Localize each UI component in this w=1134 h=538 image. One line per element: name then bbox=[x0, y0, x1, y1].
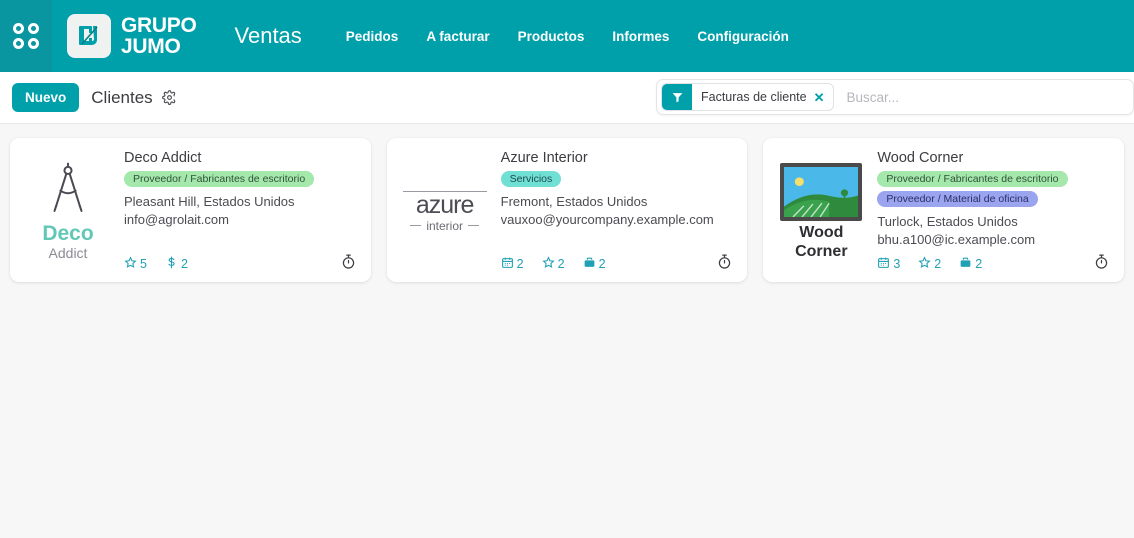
new-button[interactable]: Nuevo bbox=[12, 83, 80, 112]
card-body: Deco Addict Proveedor / Fabricantes de e… bbox=[116, 150, 361, 274]
wood-logo-line-2: Corner bbox=[795, 242, 848, 260]
stat-calendar[interactable]: 3 bbox=[877, 256, 900, 272]
nav-item-informes[interactable]: Informes bbox=[612, 29, 669, 44]
azure-logo-name: azure bbox=[415, 191, 475, 220]
card-location: Turlock, Estados Unidos bbox=[877, 214, 1018, 229]
compass-icon bbox=[41, 162, 95, 221]
card-body: Wood Corner Proveedor / Fabricantes de e… bbox=[869, 150, 1114, 274]
card-title: Deco Addict bbox=[124, 150, 202, 166]
search-input[interactable] bbox=[833, 89, 1133, 105]
brand-logo[interactable]: GRUPO JUMO bbox=[67, 14, 197, 58]
app-title[interactable]: Ventas bbox=[235, 23, 302, 49]
apps-grid-icon bbox=[13, 23, 39, 49]
azure-logo-sub: interior bbox=[426, 218, 463, 233]
nav-item-pedidos[interactable]: Pedidos bbox=[346, 29, 399, 44]
star-icon bbox=[918, 256, 931, 272]
azure-logo-sub-row: interior bbox=[410, 219, 479, 233]
card-email: info@agrolait.com bbox=[124, 212, 229, 227]
customer-card-grid: Deco Addict Deco Addict Proveedor / Fabr… bbox=[10, 138, 1124, 282]
top-navbar: GRUPO JUMO Ventas Pedidos A facturar Pro… bbox=[0, 0, 1134, 72]
card-location: Pleasant Hill, Estados Unidos bbox=[124, 194, 295, 209]
briefcase-icon bbox=[959, 256, 972, 272]
filter-icon bbox=[662, 84, 692, 110]
stat-dollar[interactable]: 2 bbox=[165, 256, 188, 272]
stat-value: 2 bbox=[180, 257, 188, 271]
stat-star[interactable]: 2 bbox=[918, 256, 941, 272]
stat-value: 5 bbox=[140, 257, 147, 271]
card-body: Azure Interior Servicios Fremont, Estado… bbox=[493, 150, 738, 274]
customer-card-deco-addict[interactable]: Deco Addict Deco Addict Proveedor / Fabr… bbox=[10, 138, 371, 282]
close-icon[interactable]: ✕ bbox=[814, 91, 833, 104]
jumo-logo-icon bbox=[67, 14, 111, 58]
stat-value: 2 bbox=[598, 257, 606, 271]
customer-card-azure-interior[interactable]: azure interior Azure Interior Servicios … bbox=[386, 138, 748, 282]
wood-logo-name: Wood Corner bbox=[795, 224, 847, 261]
search-bar[interactable]: Facturas de cliente ✕ bbox=[656, 79, 1134, 115]
nav-item-configuracion[interactable]: Configuración bbox=[697, 29, 789, 44]
stat-briefcase[interactable]: 2 bbox=[959, 256, 982, 272]
stat-star[interactable]: 5 bbox=[124, 256, 147, 272]
dollar-icon bbox=[165, 256, 178, 272]
card-location: Fremont, Estados Unidos bbox=[500, 194, 648, 209]
logo-dash-left bbox=[410, 225, 422, 227]
card-stats: 3 2 2 bbox=[877, 256, 1114, 274]
stopwatch-icon[interactable] bbox=[340, 253, 357, 270]
landscape-picture-icon bbox=[780, 163, 863, 222]
card-logo: Wood Corner bbox=[773, 150, 869, 274]
stat-value: 3 bbox=[893, 257, 901, 271]
stat-briefcase[interactable]: 2 bbox=[583, 256, 606, 272]
card-stats: 2 2 2 bbox=[501, 256, 738, 274]
card-title: Wood Corner bbox=[877, 150, 964, 166]
deco-logo-name: Deco bbox=[42, 221, 94, 245]
customer-card-wood-corner[interactable]: Wood Corner Wood Corner Proveedor / Fabr… bbox=[763, 138, 1124, 282]
wood-corner-logo: Wood Corner bbox=[780, 163, 863, 261]
card-stats: 5 2 bbox=[124, 256, 361, 274]
stat-value: 2 bbox=[516, 257, 524, 271]
brand-line-1: GRUPO bbox=[121, 14, 197, 37]
stat-calendar[interactable]: 2 bbox=[501, 256, 524, 272]
stat-value: 2 bbox=[557, 257, 565, 271]
breadcrumb-label: Clientes bbox=[91, 87, 153, 107]
brand-name: GRUPO JUMO bbox=[121, 15, 197, 57]
brand-line-2: JUMO bbox=[121, 35, 181, 58]
stat-star[interactable]: 2 bbox=[542, 256, 565, 272]
stat-value: 2 bbox=[934, 257, 942, 271]
calendar-icon bbox=[501, 256, 514, 272]
card-tag: Proveedor / Fabricantes de escritorio bbox=[877, 171, 1068, 187]
wood-logo-line-1: Wood bbox=[799, 224, 844, 242]
kanban-content: Deco Addict Deco Addict Proveedor / Fabr… bbox=[0, 124, 1134, 296]
briefcase-icon bbox=[583, 256, 596, 272]
deco-logo-sub: Addict bbox=[48, 244, 88, 261]
stopwatch-icon[interactable] bbox=[1093, 253, 1110, 270]
card-email: vauxoo@yourcompany.example.com bbox=[500, 212, 714, 227]
nav-item-a-facturar[interactable]: A facturar bbox=[426, 29, 489, 44]
card-tag: Proveedor / Fabricantes de escritorio bbox=[124, 171, 315, 187]
deco-addict-logo: Deco Addict bbox=[41, 162, 95, 262]
stopwatch-icon[interactable] bbox=[716, 253, 733, 270]
star-icon bbox=[542, 256, 555, 272]
logo-dash-right bbox=[468, 225, 479, 227]
control-bar: Nuevo Clientes Facturas de cliente ✕ bbox=[0, 72, 1134, 124]
card-title: Azure Interior bbox=[500, 150, 588, 166]
calendar-icon bbox=[877, 256, 890, 272]
gear-icon[interactable] bbox=[161, 90, 177, 105]
stat-value: 2 bbox=[975, 257, 983, 271]
azure-interior-logo: azure interior bbox=[400, 191, 490, 233]
search-facet-label: Facturas de cliente bbox=[701, 90, 807, 104]
card-email: bhu.a100@ic.example.com bbox=[877, 232, 1036, 247]
card-tag: Proveedor / Material de oficina bbox=[877, 191, 1038, 207]
main-menu: Pedidos A facturar Productos Informes Co… bbox=[346, 29, 789, 44]
nav-item-productos[interactable]: Productos bbox=[518, 29, 585, 44]
card-logo: azure interior bbox=[397, 150, 493, 274]
card-tag: Servicios bbox=[500, 171, 562, 187]
apps-menu-button[interactable] bbox=[0, 0, 52, 72]
card-logo: Deco Addict bbox=[20, 150, 116, 274]
star-icon bbox=[124, 256, 137, 272]
breadcrumb: Clientes bbox=[91, 88, 176, 108]
search-facet-facturas-de-cliente[interactable]: Facturas de cliente ✕ bbox=[661, 83, 834, 111]
